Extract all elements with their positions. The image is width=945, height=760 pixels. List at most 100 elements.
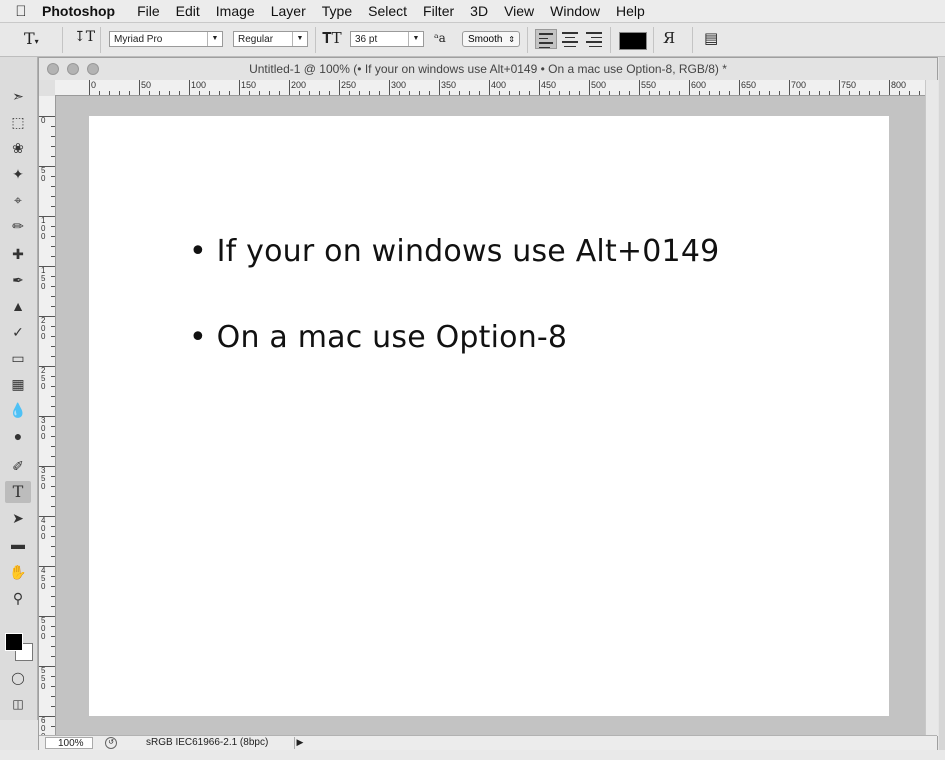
history-brush-icon[interactable]: ✓ — [5, 321, 31, 343]
ruler-tick — [899, 91, 900, 95]
canvas-pasteboard[interactable]: • If your on windows use Alt+0149 • On a… — [56, 96, 925, 736]
ruler-tick — [189, 80, 190, 95]
menu-select[interactable]: Select — [368, 3, 407, 19]
screen-mode-icon[interactable]: ◫ — [5, 693, 31, 715]
ruler-label: 150 — [41, 266, 46, 291]
ruler-tick — [469, 91, 470, 95]
ruler-tick — [439, 80, 440, 95]
eraser-icon[interactable]: ▭ — [5, 347, 31, 369]
font-family-value: Myriad Pro — [114, 34, 163, 45]
menu-type[interactable]: Type — [322, 3, 352, 19]
text-color-swatch[interactable] — [619, 32, 647, 50]
menu-layer[interactable]: Layer — [271, 3, 306, 19]
ruler-label: 650 — [741, 80, 757, 90]
ruler-tick — [51, 726, 55, 727]
magic-wand-icon[interactable]: ✦ — [5, 163, 31, 185]
ruler-tick — [51, 296, 55, 297]
ruler-tick — [679, 91, 680, 95]
type-tool-icon[interactable]: T — [5, 481, 31, 503]
status-bar: 100% ↺ sRGB IEC61966-2.1 (8bpc) ▶ — [39, 735, 937, 751]
lasso-tool-icon[interactable]: ❀ — [5, 137, 31, 159]
ruler-label: 100 — [191, 80, 207, 90]
gradient-tool-icon[interactable]: ▦ — [5, 373, 31, 395]
ruler-tick — [749, 91, 750, 95]
horizontal-ruler[interactable]: 0 50 100 150 200 250 300 350 400 450 500… — [55, 80, 925, 96]
align-left-button[interactable] — [535, 29, 557, 49]
ruler-tick — [549, 91, 550, 95]
ruler-tick — [51, 456, 55, 457]
foreground-color-swatch[interactable] — [5, 633, 23, 651]
ruler-tick — [51, 186, 55, 187]
quick-mask-icon[interactable]: ◯ — [5, 667, 31, 689]
ruler-tick — [879, 91, 880, 95]
menu-help[interactable]: Help — [616, 3, 645, 19]
menu-window[interactable]: Window — [550, 3, 600, 19]
ruler-tick — [169, 91, 170, 95]
dodge-tool-icon[interactable]: ● — [5, 425, 31, 447]
ruler-label: 450 — [41, 566, 46, 591]
app-menu[interactable]: Photoshop — [42, 3, 115, 19]
ruler-origin[interactable] — [39, 80, 56, 97]
menu-edit[interactable]: Edit — [176, 3, 200, 19]
type-tool-preset-icon[interactable]: T▾ — [24, 29, 39, 49]
apple-icon[interactable]:  — [0, 3, 42, 20]
ruler-tick — [51, 696, 55, 697]
vertical-ruler[interactable]: 0 50 100 150 200 250 300 350 400 450 500… — [39, 96, 56, 736]
divider — [62, 27, 63, 53]
font-size-select[interactable]: 36 pt ▼ — [350, 31, 424, 47]
ruler-tick — [369, 91, 370, 95]
clone-stamp-icon[interactable]: ▲ — [5, 295, 31, 317]
pen-tool-icon[interactable]: ✐ — [5, 455, 31, 477]
ruler-tick — [669, 91, 670, 95]
zoom-field[interactable]: 100% — [45, 737, 93, 749]
ruler-tick — [739, 80, 740, 95]
marquee-tool-icon[interactable]: ⬚ — [5, 111, 31, 133]
align-right-button[interactable] — [583, 29, 605, 49]
antialias-select[interactable]: Smooth ⇕ — [462, 31, 520, 47]
menu-image[interactable]: Image — [216, 3, 255, 19]
path-selection-icon[interactable]: ➤ — [5, 507, 31, 529]
text-layer-line[interactable]: • On a mac use Option-8 — [189, 320, 567, 355]
rectangle-tool-icon[interactable]: ▬ — [5, 533, 31, 555]
hand-tool-icon[interactable]: ✋ — [5, 561, 31, 583]
ruler-tick — [51, 146, 55, 147]
document-title-bar[interactable]: Untitled-1 @ 100% (• If your on windows … — [39, 58, 937, 81]
document-canvas[interactable]: • If your on windows use Alt+0149 • On a… — [89, 116, 889, 716]
ruler-tick — [259, 91, 260, 95]
brush-tool-icon[interactable]: ✒ — [5, 269, 31, 291]
vertical-scrollbar[interactable] — [925, 80, 938, 736]
play-arrow-icon[interactable]: ▶ — [294, 737, 305, 749]
blur-tool-icon[interactable]: 💧 — [5, 399, 31, 421]
warp-text-icon[interactable]: Я — [663, 29, 675, 49]
healing-brush-icon[interactable]: ✚ — [5, 243, 31, 265]
zoom-tool-icon[interactable]: ⚲ — [5, 587, 31, 609]
profile-info-icon[interactable]: ↺ — [105, 737, 117, 749]
font-family-select[interactable]: Myriad Pro ▼ — [109, 31, 223, 47]
character-panel-icon[interactable]: ▤ — [704, 29, 718, 49]
ruler-tick — [599, 91, 600, 95]
ruler-tick — [319, 91, 320, 95]
ruler-tick — [719, 91, 720, 95]
ruler-tick — [199, 91, 200, 95]
ruler-tick — [51, 526, 55, 527]
ruler-tick — [51, 246, 55, 247]
ruler-tick — [51, 126, 55, 127]
move-tool-icon[interactable]: ➣ — [5, 85, 31, 107]
ruler-tick — [51, 196, 55, 197]
font-size-icon: 𝐓T — [322, 29, 342, 47]
crop-tool-icon[interactable]: ⌖ — [5, 189, 31, 211]
align-center-button[interactable] — [559, 29, 581, 49]
menu-view[interactable]: View — [504, 3, 534, 19]
text-layer-line[interactable]: • If your on windows use Alt+0149 — [189, 234, 719, 269]
text-orientation-icon[interactable]: ↧T — [74, 29, 95, 49]
ruler-tick — [309, 91, 310, 95]
menu-filter[interactable]: Filter — [423, 3, 454, 19]
menu-file[interactable]: File — [137, 3, 160, 19]
menu-3d[interactable]: 3D — [470, 3, 488, 19]
font-style-value: Regular — [238, 34, 274, 45]
ruler-tick — [829, 91, 830, 95]
ruler-tick — [659, 91, 660, 95]
eyedropper-icon[interactable]: ✏ — [5, 215, 31, 237]
font-style-select[interactable]: Regular ▼ — [233, 31, 308, 47]
ruler-tick — [499, 91, 500, 95]
